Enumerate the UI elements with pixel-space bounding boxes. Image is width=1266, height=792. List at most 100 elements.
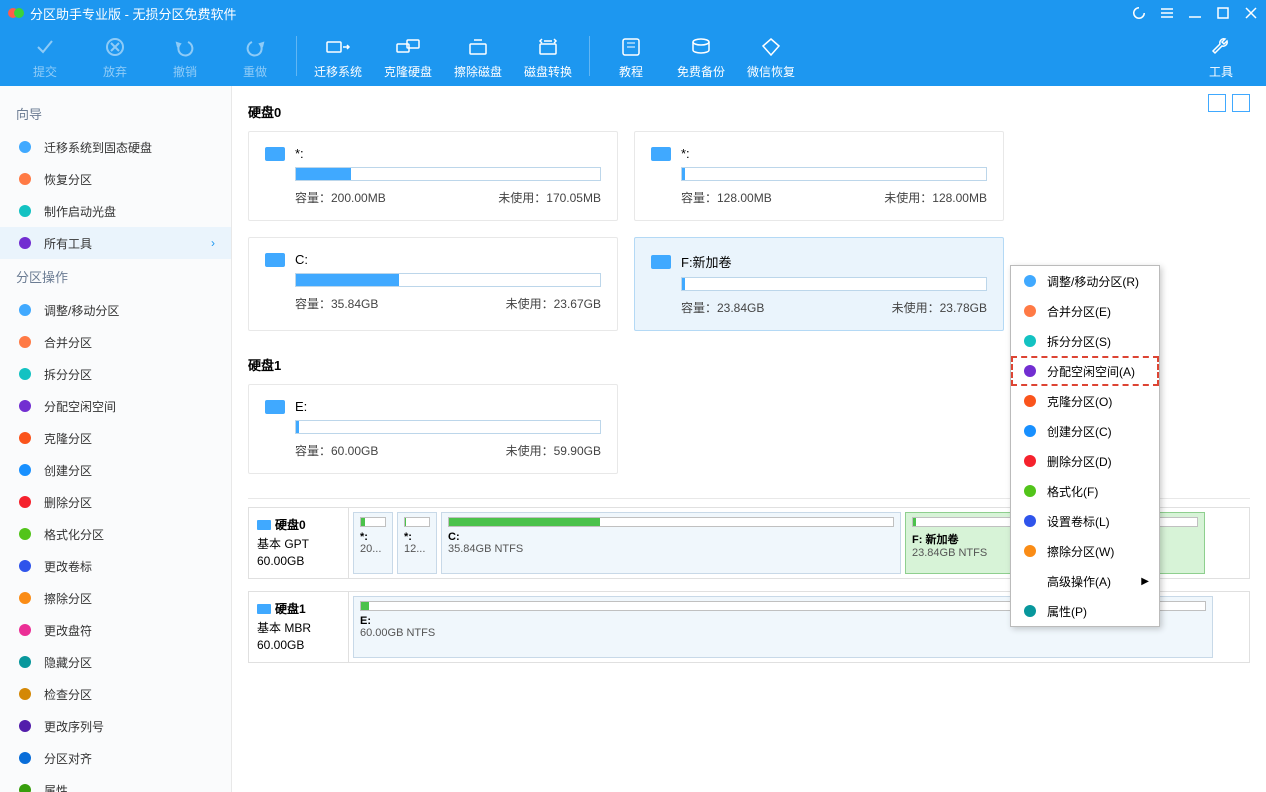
disk-map-partition[interactable]: *:20... [353, 512, 393, 574]
sidebar-item-label: 擦除分区 [44, 590, 92, 607]
context-menu-item[interactable]: 创建分区(C) [1011, 416, 1159, 446]
partition-card[interactable]: C: 容量：35.84GB未使用：23.67GB [248, 237, 618, 331]
chevron-right-icon: › [211, 236, 215, 250]
move-icon [1021, 272, 1039, 290]
sidebar-ops-header: 分区操作 [0, 259, 231, 294]
partition-card[interactable]: *: 容量：128.00MB未使用：128.00MB [634, 131, 1004, 221]
disk-map-partition[interactable]: *:12... [397, 512, 437, 574]
list-view-icon[interactable] [1232, 94, 1250, 112]
sidebar-op-item[interactable]: 创建分区 [0, 454, 231, 486]
context-menu-item[interactable]: 擦除分区(W) [1011, 536, 1159, 566]
close-icon[interactable] [1244, 6, 1258, 20]
context-menu-item[interactable]: 格式化(F) [1011, 476, 1159, 506]
commit-button[interactable]: 提交 [10, 33, 80, 80]
context-menu-item[interactable]: 拆分分区(S) [1011, 326, 1159, 356]
op-icon [16, 589, 34, 607]
context-menu-item[interactable]: 分配空闲空间(A) [1011, 356, 1159, 386]
app-logo-icon [8, 5, 24, 21]
op-icon [16, 429, 34, 447]
disk-map-part-info: 12... [404, 543, 430, 555]
partition-name: E: [295, 399, 307, 414]
partition-icon [265, 147, 285, 161]
free-label: 未使用：59.90GB [506, 442, 601, 459]
disk-map-size: 60.00GB [257, 554, 340, 568]
undo-button[interactable]: 撤销 [150, 33, 220, 80]
free-label: 未使用：23.67GB [506, 295, 601, 312]
partition-card[interactable]: *: 容量：200.00MB未使用：170.05MB [248, 131, 618, 221]
sidebar-item-label: 更改序列号 [44, 718, 104, 735]
context-menu-label: 创建分区(C) [1047, 423, 1112, 440]
sidebar-op-item[interactable]: 克隆分区 [0, 422, 231, 454]
context-menu-item[interactable]: 克隆分区(O) [1011, 386, 1159, 416]
partition-card[interactable]: E: 容量：60.00GB未使用：59.90GB [248, 384, 618, 474]
convert-button[interactable]: 磁盘转换 [513, 33, 583, 80]
context-menu-item[interactable]: 高级操作(A)▶ [1011, 566, 1159, 596]
discard-button[interactable]: 放弃 [80, 33, 150, 80]
context-menu-item[interactable]: 设置卷标(L) [1011, 506, 1159, 536]
sidebar-op-item[interactable]: 分配空闲空间 [0, 390, 231, 422]
op-icon [16, 525, 34, 543]
context-menu-label: 分配空闲空间(A) [1047, 363, 1135, 380]
op-icon [16, 749, 34, 767]
sidebar-op-item[interactable]: 更改卷标 [0, 550, 231, 582]
op-icon [16, 461, 34, 479]
sidebar-wizard-item[interactable]: 制作启动光盘 [0, 195, 231, 227]
grid-view-icon[interactable] [1208, 94, 1226, 112]
disk-map-partition[interactable]: C:35.84GB NTFS [441, 512, 901, 574]
wizard-icon [16, 234, 34, 252]
tutorial-button[interactable]: 教程 [596, 33, 666, 80]
blank-icon [1021, 572, 1039, 590]
wechat-button[interactable]: 微信恢复 [736, 33, 806, 80]
sidebar-item-label: 隐藏分区 [44, 654, 92, 671]
disk-map-part-info: 60.00GB NTFS [360, 627, 1206, 639]
wizard-icon [16, 138, 34, 156]
sidebar-item-label: 调整/移动分区 [44, 302, 119, 319]
op-icon [16, 557, 34, 575]
partition-card[interactable]: F:新加卷 容量：23.84GB未使用：23.78GB [634, 237, 1004, 331]
sidebar-wizard-item[interactable]: 所有工具 › [0, 227, 231, 259]
refresh-icon[interactable] [1132, 6, 1146, 20]
op-icon [16, 781, 34, 792]
split-icon [1021, 332, 1039, 350]
sidebar: 向导 迁移系统到固态硬盘恢复分区制作启动光盘所有工具› 分区操作 调整/移动分区… [0, 86, 232, 792]
sidebar-op-item[interactable]: 拆分分区 [0, 358, 231, 390]
sidebar-wizard-item[interactable]: 迁移系统到固态硬盘 [0, 131, 231, 163]
sidebar-op-item[interactable]: 更改盘符 [0, 614, 231, 646]
sidebar-op-item[interactable]: 隐藏分区 [0, 646, 231, 678]
wipe-button[interactable]: 擦除磁盘 [443, 33, 513, 80]
minimize-icon[interactable] [1188, 6, 1202, 20]
sidebar-wizard-item[interactable]: 恢复分区 [0, 163, 231, 195]
context-menu-item[interactable]: 属性(P) [1011, 596, 1159, 626]
backup-button[interactable]: 免费备份 [666, 33, 736, 80]
sidebar-item-label: 创建分区 [44, 462, 92, 479]
sidebar-op-item[interactable]: 擦除分区 [0, 582, 231, 614]
context-menu-item[interactable]: 删除分区(D) [1011, 446, 1159, 476]
format-icon [1021, 482, 1039, 500]
sidebar-item-label: 迁移系统到固态硬盘 [44, 139, 152, 156]
menu-icon[interactable] [1160, 6, 1174, 20]
sidebar-op-item[interactable]: 格式化分区 [0, 518, 231, 550]
sidebar-op-item[interactable]: 检查分区 [0, 678, 231, 710]
tools-button[interactable]: 工具 [1186, 33, 1256, 80]
op-icon [16, 493, 34, 511]
sidebar-op-item[interactable]: 合并分区 [0, 326, 231, 358]
op-icon [16, 621, 34, 639]
partition-name: C: [295, 252, 308, 267]
sidebar-op-item[interactable]: 更改序列号 [0, 710, 231, 742]
redo-button[interactable]: 重做 [220, 33, 290, 80]
clone-button[interactable]: 克隆硬盘 [373, 33, 443, 80]
migrate-button[interactable]: 迁移系统 [303, 33, 373, 80]
sidebar-op-item[interactable]: 分区对齐 [0, 742, 231, 774]
partition-name: *: [295, 146, 304, 161]
sidebar-op-item[interactable]: 调整/移动分区 [0, 294, 231, 326]
sidebar-op-item[interactable]: 属性 [0, 774, 231, 792]
partition-icon [651, 147, 671, 161]
context-menu-item[interactable]: 调整/移动分区(R) [1011, 266, 1159, 296]
sidebar-item-label: 克隆分区 [44, 430, 92, 447]
context-menu-label: 格式化(F) [1047, 483, 1098, 500]
sidebar-op-item[interactable]: 删除分区 [0, 486, 231, 518]
free-label: 未使用：170.05MB [498, 189, 601, 206]
sidebar-item-label: 所有工具 [44, 235, 92, 252]
maximize-icon[interactable] [1216, 6, 1230, 20]
context-menu-item[interactable]: 合并分区(E) [1011, 296, 1159, 326]
